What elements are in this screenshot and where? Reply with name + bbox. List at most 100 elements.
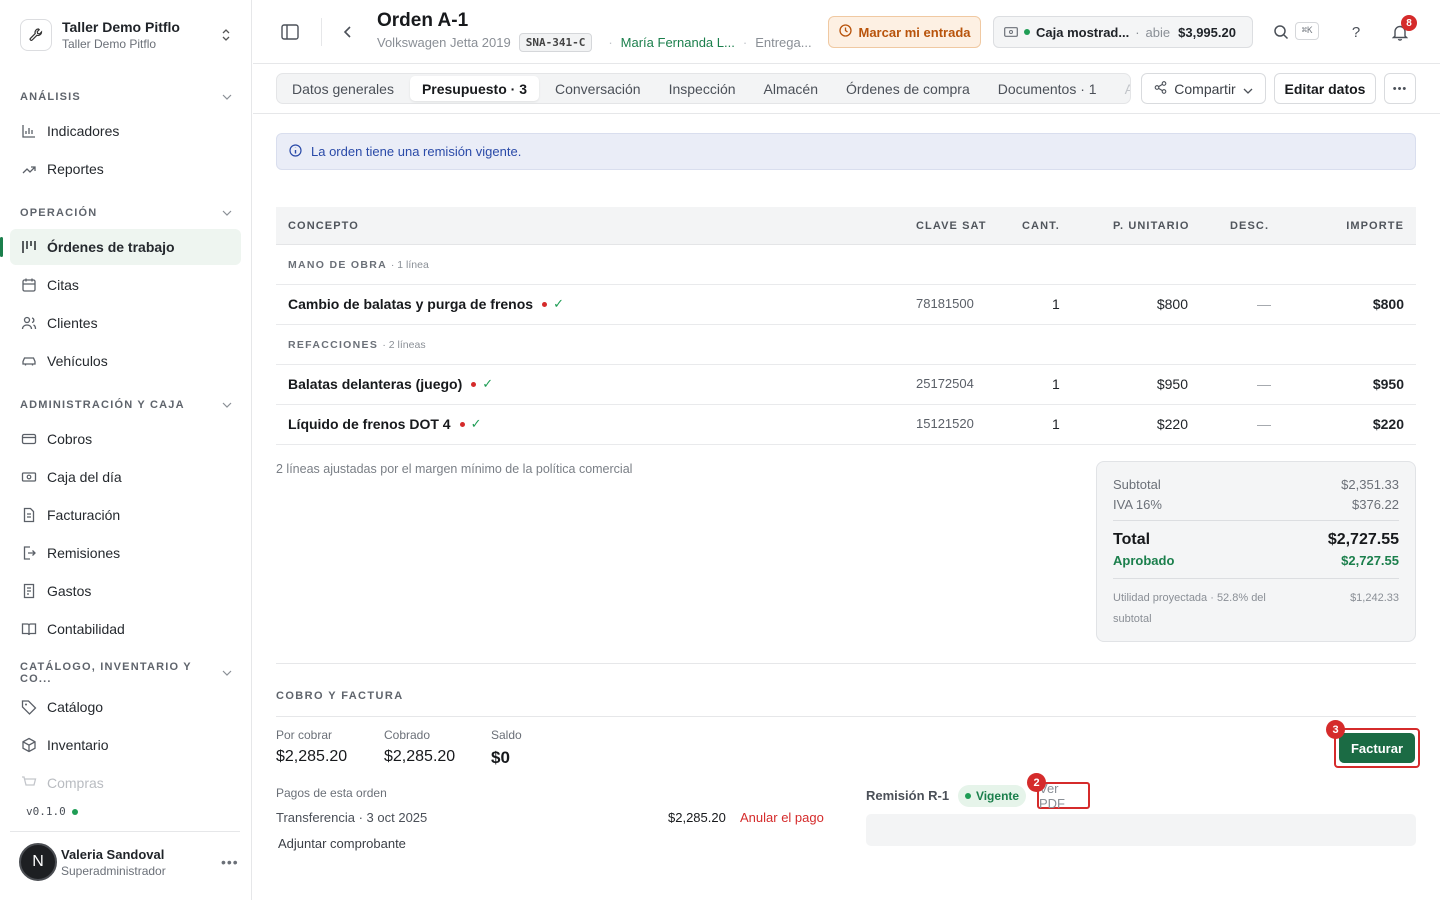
void-payment-link[interactable]: Anular el pago bbox=[740, 810, 824, 825]
sidebar-item-gastos[interactable]: Gastos bbox=[10, 573, 241, 609]
share-button[interactable]: Compartir bbox=[1141, 73, 1266, 104]
tab-overflow[interactable]: Ad bbox=[1113, 76, 1130, 101]
sidebar-item-facturacion[interactable]: Facturación bbox=[10, 497, 241, 533]
row-precio: $220 bbox=[1156, 416, 1188, 432]
row-concept: Cambio de balatas y purga de frenos ✓ bbox=[288, 296, 564, 312]
sidebar-item-remisiones[interactable]: Remisiones bbox=[10, 535, 241, 571]
sidebar-item-caja[interactable]: Caja del día bbox=[10, 459, 241, 495]
edit-data-button[interactable]: Editar datos bbox=[1274, 73, 1376, 104]
table-row[interactable]: Líquido de frenos DOT 4 ✓ 15121520 1 $220… bbox=[276, 405, 1416, 445]
row-concept: Balatas delanteras (juego) ✓ bbox=[288, 376, 493, 392]
invoice-icon bbox=[20, 506, 38, 524]
tab-datos-generales[interactable]: Datos generales bbox=[280, 76, 406, 101]
status-dot bbox=[1024, 29, 1030, 35]
status-badge-label: Vigente bbox=[975, 789, 1020, 803]
order-subtitle: Volkswagen Jetta 2019 SNA-341-C · María … bbox=[377, 32, 812, 52]
group-title: MANO DE OBRA bbox=[288, 259, 387, 271]
sidebar-item-clientes[interactable]: Clientes bbox=[10, 305, 241, 341]
customer-link[interactable]: María Fernanda L... bbox=[621, 35, 735, 50]
kanban-icon bbox=[20, 238, 38, 256]
divider bbox=[321, 18, 322, 46]
sidebar-item-ordenes[interactable]: Órdenes de trabajo bbox=[0, 229, 241, 265]
tag-icon bbox=[20, 698, 38, 716]
tab-inspeccion[interactable]: Inspección bbox=[657, 76, 748, 101]
section-label: ANÁLISIS bbox=[20, 91, 81, 103]
status-dot bbox=[964, 793, 971, 799]
sidebar-item-vehiculos[interactable]: Vehículos bbox=[10, 343, 241, 379]
check-icon: ✓ bbox=[482, 376, 494, 391]
adjust-note: 2 líneas ajustadas por el margen mínimo … bbox=[276, 462, 633, 476]
concept-text: Líquido de frenos DOT 4 bbox=[288, 416, 451, 432]
row-cantidad: 1 bbox=[1052, 296, 1060, 312]
sidebar-item-compras[interactable]: Compras bbox=[10, 765, 241, 801]
total-value: $2,727.55 bbox=[1327, 531, 1399, 548]
remision-label: Remisión R-1 bbox=[866, 788, 950, 803]
separator: · bbox=[1135, 24, 1140, 40]
user-role: Superadministrador bbox=[61, 863, 166, 878]
approved-label: Aprobado bbox=[1113, 553, 1175, 568]
section-analisis[interactable]: ANÁLISIS bbox=[20, 89, 232, 105]
org-switcher[interactable]: Taller Demo Pitflo Taller Demo Pitflo bbox=[12, 12, 240, 58]
row-precio: $950 bbox=[1156, 376, 1188, 392]
notice-text: La orden tiene una remisión vigente. bbox=[311, 144, 522, 159]
sidebar-item-label: Caja del día bbox=[47, 469, 122, 485]
search-icon[interactable] bbox=[1271, 22, 1291, 42]
chevron-down-icon bbox=[222, 207, 232, 219]
sidebar-item-citas[interactable]: Citas bbox=[10, 267, 241, 303]
users-icon bbox=[20, 314, 38, 332]
more-options-button[interactable]: ••• bbox=[1384, 73, 1416, 104]
row-descuento: — bbox=[1257, 416, 1271, 432]
section-catalogo[interactable]: CATÁLOGO, INVENTARIO Y CO... bbox=[20, 661, 232, 685]
chevron-down-icon bbox=[222, 667, 232, 679]
table-row[interactable]: Balatas delanteras (juego) ✓ 25172504 1 $… bbox=[276, 365, 1416, 405]
mark-entry-button[interactable]: Marcar mi entrada bbox=[828, 16, 981, 48]
attach-receipt-link[interactable]: Adjuntar comprobante bbox=[278, 836, 406, 851]
table-row[interactable]: Cambio de balatas y purga de frenos ✓ 781… bbox=[276, 285, 1416, 325]
user-menu[interactable]: N Valeria Sandoval Superadministrador ••… bbox=[19, 842, 241, 882]
tab-documentos[interactable]: Documentos · 1 bbox=[986, 76, 1109, 101]
group-label: REFACCIONES · 2 líneas bbox=[288, 339, 426, 351]
tab-conversacion[interactable]: Conversación bbox=[543, 76, 653, 101]
back-icon[interactable] bbox=[338, 22, 358, 42]
invoice-button[interactable]: Facturar bbox=[1339, 733, 1415, 763]
remision-notice: La orden tiene una remisión vigente. bbox=[276, 133, 1416, 170]
subtotal-row: Subtotal $2,351.33 bbox=[1113, 477, 1399, 492]
mark-entry-label: Marcar mi entrada bbox=[858, 24, 971, 40]
help-icon[interactable]: ? bbox=[1346, 22, 1366, 42]
section-operacion[interactable]: OPERACIÓN bbox=[20, 205, 232, 221]
approved-value: $2,727.55 bbox=[1341, 553, 1399, 568]
chevron-down-icon bbox=[222, 91, 232, 103]
row-descuento: — bbox=[1257, 376, 1271, 392]
annotation-marker: 3 bbox=[1326, 720, 1345, 739]
more-horizontal-icon[interactable]: ••• bbox=[221, 854, 241, 870]
tab-almacen[interactable]: Almacén bbox=[752, 76, 830, 101]
col-precio-unitario: P. UNITARIO bbox=[1113, 220, 1190, 232]
sidebar-item-contabilidad[interactable]: Contabilidad bbox=[10, 611, 241, 647]
row-clave: 25172504 bbox=[916, 376, 974, 391]
sidebar-item-inventario[interactable]: Inventario bbox=[10, 727, 241, 763]
sidebar-item-catalogo[interactable]: Catálogo bbox=[10, 689, 241, 725]
share-icon bbox=[1154, 80, 1167, 97]
payment-amount: $2,285.20 bbox=[668, 810, 726, 825]
card-icon bbox=[20, 430, 38, 448]
cash-register-selector[interactable]: Caja mostrad... · abie $3,995.20 bbox=[993, 16, 1253, 48]
kpi-value: $2,285.20 bbox=[384, 748, 456, 765]
app-version: v0.1.0 bbox=[26, 805, 78, 818]
order-tabs: Datos generales Presupuesto · 3 Conversa… bbox=[276, 73, 1131, 104]
sidebar-item-reportes[interactable]: Reportes bbox=[10, 151, 241, 187]
tab-presupuesto[interactable]: Presupuesto · 3 bbox=[409, 76, 539, 101]
sidebar-item-label: Facturación bbox=[47, 507, 121, 523]
tab-ordenes-compra[interactable]: Órdenes de compra bbox=[834, 76, 982, 101]
share-label: Compartir bbox=[1174, 80, 1236, 97]
version-text: v0.1.0 bbox=[26, 805, 66, 818]
col-concepto: CONCEPTO bbox=[288, 220, 359, 232]
org-name: Taller Demo Pitflo bbox=[62, 19, 180, 35]
sidebar-toggle-icon[interactable] bbox=[280, 22, 300, 42]
sidebar-item-cobros[interactable]: Cobros bbox=[10, 421, 241, 457]
remision-placeholder bbox=[866, 814, 1416, 846]
section-administracion[interactable]: ADMINISTRACIÓN Y CAJA bbox=[20, 397, 232, 413]
divider bbox=[1113, 520, 1399, 521]
sidebar-item-indicadores[interactable]: Indicadores bbox=[10, 113, 241, 149]
row-importe: $800 bbox=[1372, 296, 1404, 312]
group-title: REFACCIONES bbox=[288, 339, 379, 351]
